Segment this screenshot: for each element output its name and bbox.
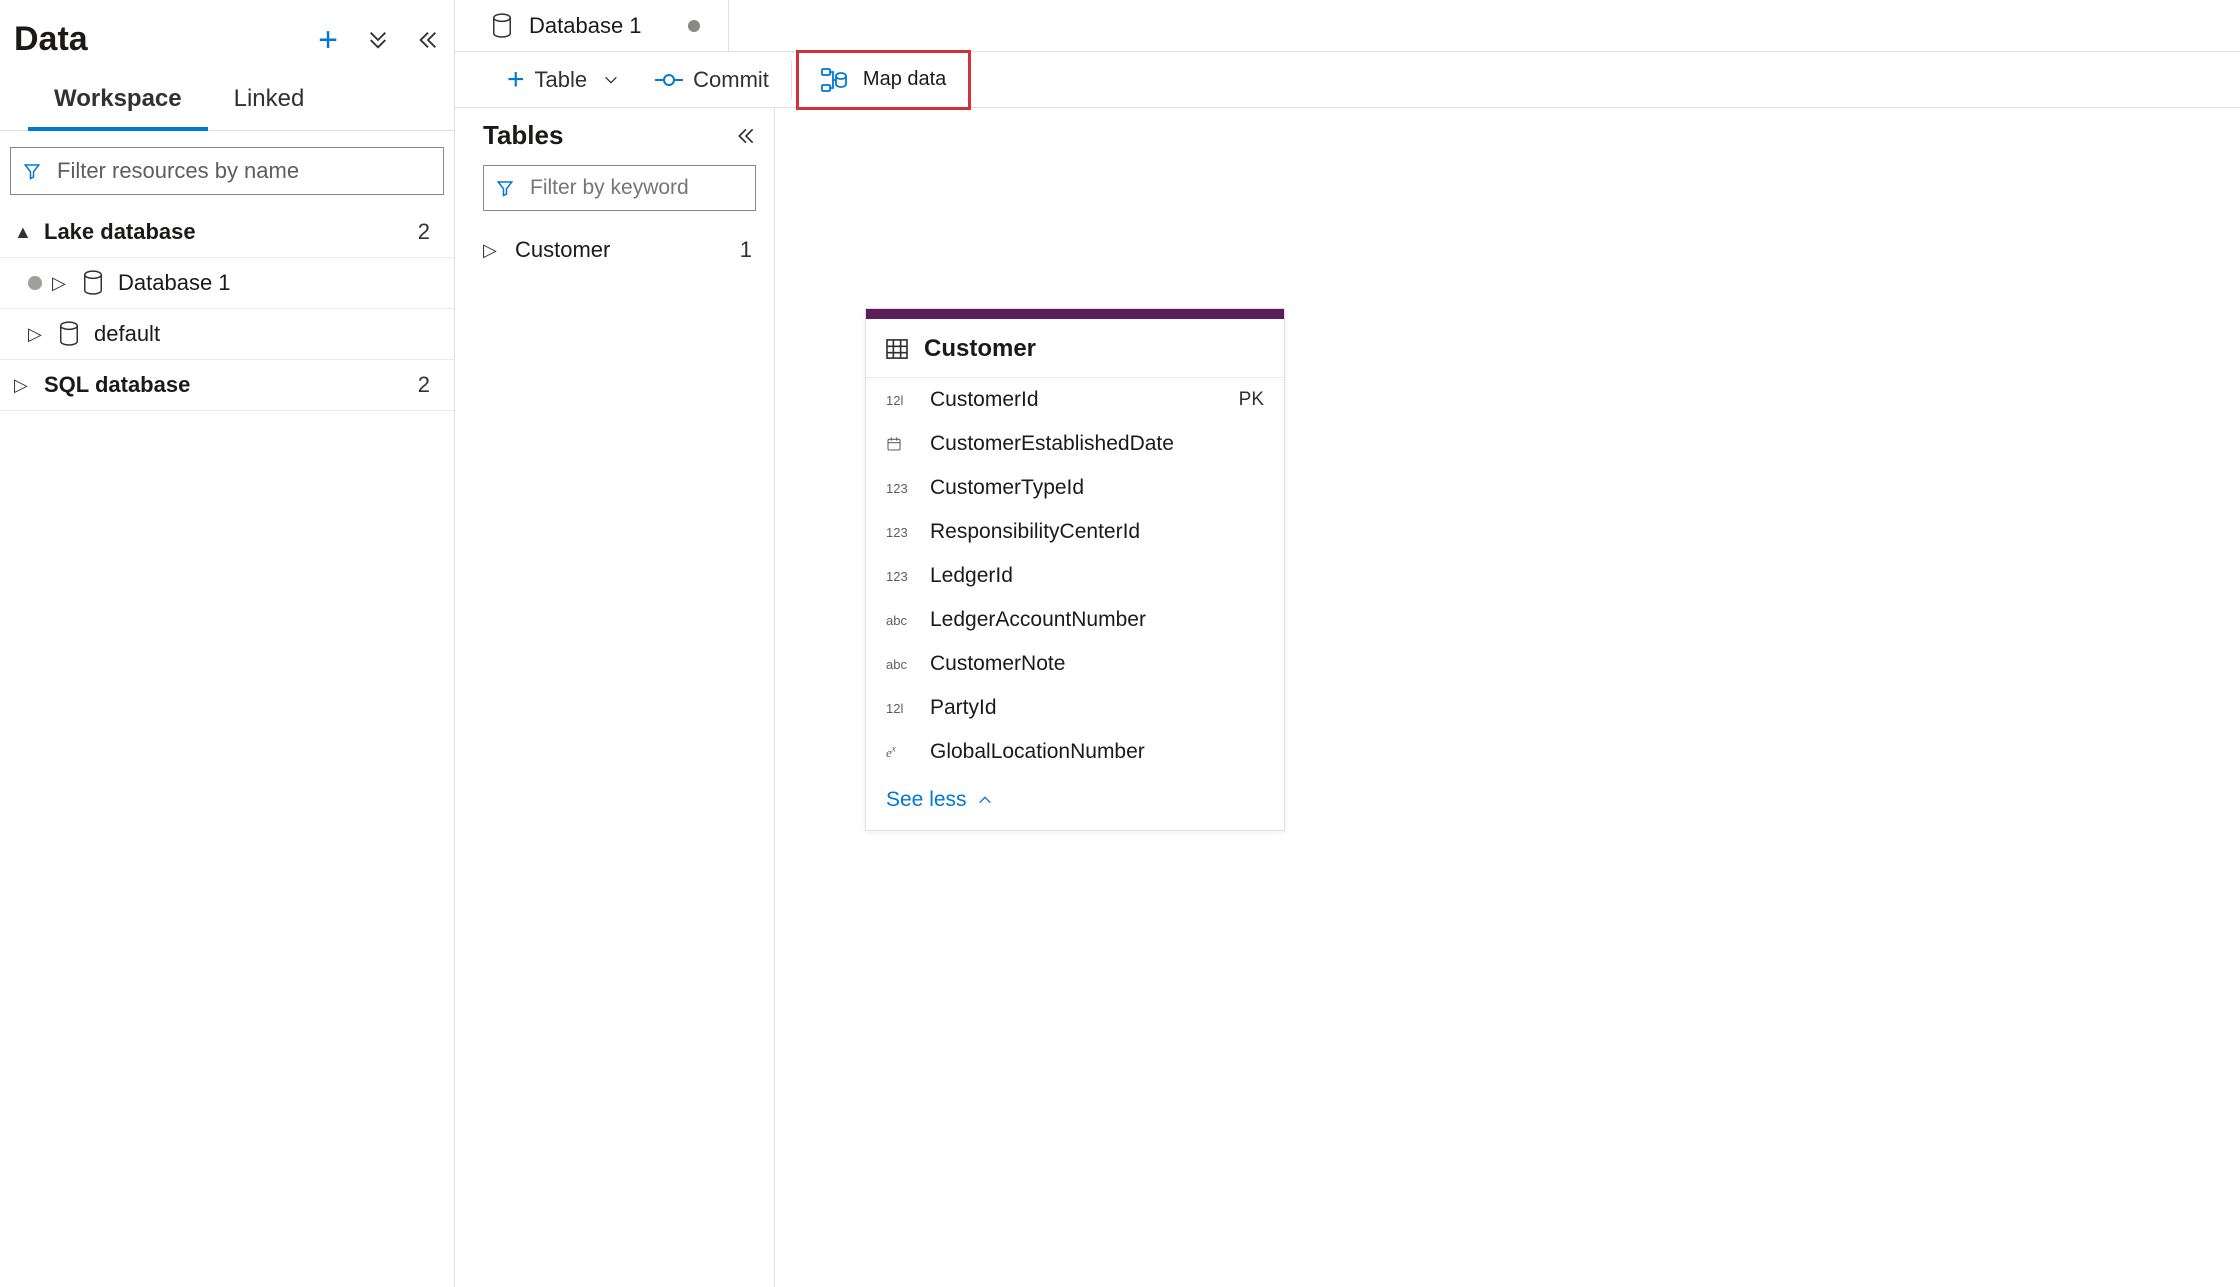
tree-label: SQL database — [44, 372, 418, 398]
editor-tab-label: Database 1 — [529, 13, 642, 39]
column-name: CustomerEstablishedDate — [930, 432, 1264, 456]
commit-label: Commit — [693, 67, 769, 93]
commit-icon — [655, 70, 683, 90]
column-row[interactable]: abc CustomerNote — [866, 642, 1284, 686]
column-type-icon: 123 — [886, 525, 920, 540]
caret-right-icon: ▷ — [28, 324, 46, 345]
column-row[interactable]: 12l CustomerIdPK — [866, 378, 1284, 422]
chevron-double-down-icon — [367, 29, 389, 51]
table-count: 1 — [740, 237, 752, 263]
column-row[interactable]: CustomerEstablishedDate — [866, 422, 1284, 466]
database-icon — [82, 270, 104, 296]
tree-database-1[interactable]: ▷ Database 1 — [0, 258, 454, 309]
collapse-sidebar-button[interactable] — [414, 26, 442, 54]
editor-tab-database-1[interactable]: Database 1 — [463, 0, 729, 51]
tab-linked[interactable]: Linked — [208, 75, 331, 130]
add-table-label: Table — [535, 67, 588, 93]
tree-label: default — [94, 321, 436, 347]
column-name: LedgerId — [930, 564, 1264, 588]
sidebar-title: Data — [14, 20, 314, 59]
map-data-button[interactable]: Map data — [796, 50, 971, 110]
column-name: GlobalLocationNumber — [930, 740, 1264, 764]
column-row[interactable]: 12l PartyId — [866, 686, 1284, 730]
column-row[interactable]: 123 CustomerTypeId — [866, 466, 1284, 510]
caret-right-icon: ▷ — [483, 240, 501, 261]
add-resource-button[interactable]: + — [314, 26, 342, 54]
tables-filter[interactable] — [483, 165, 756, 211]
schema-card-customer[interactable]: Customer 12l CustomerIdPK CustomerEstablis… — [865, 308, 1285, 831]
column-pk-badge: PK — [1239, 389, 1264, 411]
tables-title: Tables — [483, 120, 563, 151]
column-row[interactable]: abc LedgerAccountNumber — [866, 598, 1284, 642]
filter-icon — [496, 179, 514, 197]
tree-label: Lake database — [44, 219, 418, 245]
sidebar-filter[interactable] — [10, 147, 444, 195]
resource-tree: ▲ Lake database 2 ▷ Database 1 ▷ — [0, 207, 454, 411]
see-less-button[interactable]: See less — [866, 774, 1284, 830]
chevron-down-icon — [603, 72, 619, 88]
column-type-icon: 123 — [886, 481, 920, 496]
column-name: CustomerId — [930, 388, 1239, 412]
map-data-label: Map data — [863, 68, 946, 91]
column-row[interactable]: 123 LedgerId — [866, 554, 1284, 598]
column-name: LedgerAccountNumber — [930, 608, 1264, 632]
caret-down-icon: ▲ — [14, 222, 32, 243]
tree-count: 2 — [418, 372, 430, 398]
column-type-icon: abc — [886, 657, 920, 672]
chevron-double-left-icon — [417, 29, 439, 51]
sidebar-filter-input[interactable] — [55, 157, 431, 185]
unsaved-dot-icon — [28, 276, 42, 290]
expand-all-button[interactable] — [364, 26, 392, 54]
see-less-label: See less — [886, 788, 967, 812]
column-type-icon: 12l — [886, 701, 920, 716]
column-type-icon: 123 — [886, 569, 920, 584]
editor-toolbar: + Table Commit — [455, 52, 2240, 108]
column-type-icon: abc — [886, 613, 920, 628]
column-name: CustomerNote — [930, 652, 1264, 676]
tables-filter-input[interactable] — [528, 175, 803, 201]
tree-default[interactable]: ▷ default — [0, 309, 454, 360]
column-row[interactable]: ex GlobalLocationNumber — [866, 730, 1284, 774]
map-data-icon — [821, 68, 847, 92]
add-table-button[interactable]: + Table — [489, 52, 637, 107]
editor-tabbar: Database 1 — [455, 0, 2240, 52]
caret-right-icon: ▷ — [14, 375, 32, 396]
plus-icon: + — [507, 65, 525, 95]
chevron-up-icon — [977, 792, 993, 808]
caret-right-icon: ▷ — [52, 273, 70, 294]
tree-label: Database 1 — [118, 270, 436, 296]
column-type-icon: ex — [886, 743, 920, 760]
column-name: CustomerTypeId — [930, 476, 1264, 500]
schema-card-title: Customer — [924, 335, 1036, 363]
plus-icon: + — [318, 23, 338, 57]
column-type-icon: 12l — [886, 393, 920, 408]
sidebar-tabs: Workspace Linked — [0, 75, 454, 131]
database-icon — [491, 13, 513, 39]
filter-icon — [23, 162, 41, 180]
schema-canvas[interactable]: Customer 12l CustomerIdPK CustomerEstablis… — [775, 108, 2240, 1287]
collapse-tables-pane-button[interactable] — [736, 126, 756, 146]
tree-lake-database[interactable]: ▲ Lake database 2 — [0, 207, 454, 258]
column-name: ResponsibilityCenterId — [930, 520, 1264, 544]
tables-pane: Tables — [455, 108, 775, 1287]
card-accent-stripe — [866, 309, 1284, 319]
table-icon — [886, 339, 908, 359]
database-icon — [58, 321, 80, 347]
unsaved-dot-icon — [688, 20, 700, 32]
table-row-customer[interactable]: ▷ Customer 1 — [483, 227, 756, 273]
commit-button[interactable]: Commit — [637, 52, 787, 107]
tree-count: 2 — [418, 219, 430, 245]
tab-workspace[interactable]: Workspace — [28, 75, 208, 131]
table-label: Customer — [515, 237, 740, 263]
column-row[interactable]: 123 ResponsibilityCenterId — [866, 510, 1284, 554]
column-type-icon — [886, 436, 920, 452]
toolbar-separator — [791, 60, 792, 100]
column-name: PartyId — [930, 696, 1264, 720]
tree-sql-database[interactable]: ▷ SQL database 2 — [0, 360, 454, 411]
data-sidebar: Data + — [0, 0, 455, 1287]
